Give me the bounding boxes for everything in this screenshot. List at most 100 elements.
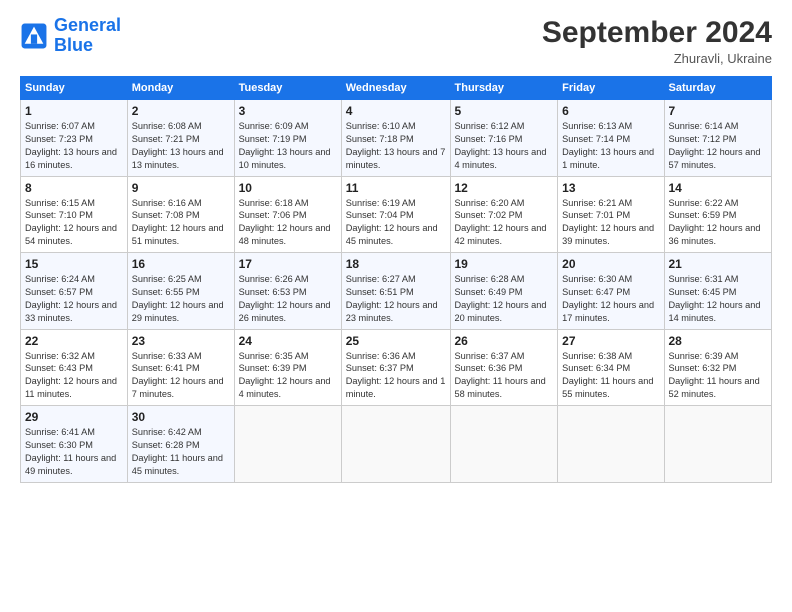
day-number: 12 bbox=[455, 181, 554, 195]
daylight-label: Daylight: 12 hours and 17 minutes. bbox=[562, 300, 654, 323]
logo-blue: Blue bbox=[54, 35, 93, 55]
day-number: 16 bbox=[132, 257, 230, 271]
calendar-cell: 20 Sunrise: 6:30 AM Sunset: 6:47 PM Dayl… bbox=[558, 253, 664, 330]
calendar-week-3: 15 Sunrise: 6:24 AM Sunset: 6:57 PM Dayl… bbox=[21, 253, 772, 330]
sunrise-label: Sunrise: 6:27 AM bbox=[346, 274, 416, 284]
day-info: Sunrise: 6:22 AM Sunset: 6:59 PM Dayligh… bbox=[669, 197, 768, 249]
sunrise-label: Sunrise: 6:39 AM bbox=[669, 351, 739, 361]
day-info: Sunrise: 6:21 AM Sunset: 7:01 PM Dayligh… bbox=[562, 197, 659, 249]
daylight-label: Daylight: 12 hours and 14 minutes. bbox=[669, 300, 761, 323]
sunset-label: Sunset: 6:34 PM bbox=[562, 363, 630, 373]
day-number: 18 bbox=[346, 257, 446, 271]
day-info: Sunrise: 6:15 AM Sunset: 7:10 PM Dayligh… bbox=[25, 197, 123, 249]
sunset-label: Sunset: 6:45 PM bbox=[669, 287, 737, 297]
calendar-week-5: 29 Sunrise: 6:41 AM Sunset: 6:30 PM Dayl… bbox=[21, 406, 772, 483]
day-number: 7 bbox=[669, 104, 768, 118]
sunrise-label: Sunrise: 6:31 AM bbox=[669, 274, 739, 284]
sunset-label: Sunset: 7:08 PM bbox=[132, 210, 200, 220]
day-info: Sunrise: 6:27 AM Sunset: 6:51 PM Dayligh… bbox=[346, 273, 446, 325]
sunrise-label: Sunrise: 6:09 AM bbox=[239, 121, 309, 131]
day-number: 15 bbox=[25, 257, 123, 271]
calendar-cell: 24 Sunrise: 6:35 AM Sunset: 6:39 PM Dayl… bbox=[234, 329, 341, 406]
sunrise-label: Sunrise: 6:08 AM bbox=[132, 121, 202, 131]
sunset-label: Sunset: 6:39 PM bbox=[239, 363, 307, 373]
daylight-label: Daylight: 12 hours and 39 minutes. bbox=[562, 223, 654, 246]
calendar-cell: 25 Sunrise: 6:36 AM Sunset: 6:37 PM Dayl… bbox=[341, 329, 450, 406]
calendar-cell bbox=[341, 406, 450, 483]
day-info: Sunrise: 6:14 AM Sunset: 7:12 PM Dayligh… bbox=[669, 120, 768, 172]
day-header-monday: Monday bbox=[127, 77, 234, 100]
calendar-cell bbox=[558, 406, 664, 483]
daylight-label: Daylight: 12 hours and 1 minute. bbox=[346, 376, 446, 399]
day-info: Sunrise: 6:37 AM Sunset: 6:36 PM Dayligh… bbox=[455, 350, 554, 402]
day-number: 17 bbox=[239, 257, 337, 271]
sunrise-label: Sunrise: 6:20 AM bbox=[455, 198, 525, 208]
calendar-body: 1 Sunrise: 6:07 AM Sunset: 7:23 PM Dayli… bbox=[21, 100, 772, 483]
daylight-label: Daylight: 12 hours and 51 minutes. bbox=[132, 223, 224, 246]
day-info: Sunrise: 6:31 AM Sunset: 6:45 PM Dayligh… bbox=[669, 273, 768, 325]
day-number: 11 bbox=[346, 181, 446, 195]
daylight-label: Daylight: 12 hours and 33 minutes. bbox=[25, 300, 117, 323]
sunset-label: Sunset: 6:51 PM bbox=[346, 287, 414, 297]
calendar-cell: 22 Sunrise: 6:32 AM Sunset: 6:43 PM Dayl… bbox=[21, 329, 128, 406]
day-info: Sunrise: 6:12 AM Sunset: 7:16 PM Dayligh… bbox=[455, 120, 554, 172]
daylight-label: Daylight: 13 hours and 7 minutes. bbox=[346, 147, 446, 170]
daylight-label: Daylight: 12 hours and 23 minutes. bbox=[346, 300, 438, 323]
calendar-cell: 9 Sunrise: 6:16 AM Sunset: 7:08 PM Dayli… bbox=[127, 176, 234, 253]
calendar-cell: 28 Sunrise: 6:39 AM Sunset: 6:32 PM Dayl… bbox=[664, 329, 772, 406]
day-info: Sunrise: 6:32 AM Sunset: 6:43 PM Dayligh… bbox=[25, 350, 123, 402]
sunrise-label: Sunrise: 6:30 AM bbox=[562, 274, 632, 284]
day-number: 8 bbox=[25, 181, 123, 195]
day-number: 28 bbox=[669, 334, 768, 348]
sunrise-label: Sunrise: 6:21 AM bbox=[562, 198, 632, 208]
logo-text: General Blue bbox=[54, 16, 121, 56]
sunrise-label: Sunrise: 6:19 AM bbox=[346, 198, 416, 208]
calendar-cell: 8 Sunrise: 6:15 AM Sunset: 7:10 PM Dayli… bbox=[21, 176, 128, 253]
daylight-label: Daylight: 12 hours and 57 minutes. bbox=[669, 147, 761, 170]
day-info: Sunrise: 6:26 AM Sunset: 6:53 PM Dayligh… bbox=[239, 273, 337, 325]
sunset-label: Sunset: 6:55 PM bbox=[132, 287, 200, 297]
sunset-label: Sunset: 6:47 PM bbox=[562, 287, 630, 297]
sunset-label: Sunset: 7:19 PM bbox=[239, 134, 307, 144]
sunset-label: Sunset: 6:59 PM bbox=[669, 210, 737, 220]
sunrise-label: Sunrise: 6:41 AM bbox=[25, 427, 95, 437]
daylight-label: Daylight: 12 hours and 7 minutes. bbox=[132, 376, 224, 399]
day-number: 20 bbox=[562, 257, 659, 271]
sunset-label: Sunset: 6:28 PM bbox=[132, 440, 200, 450]
title-block: September 2024 Zhuravli, Ukraine bbox=[542, 16, 772, 66]
sunset-label: Sunset: 7:18 PM bbox=[346, 134, 414, 144]
sunset-label: Sunset: 6:43 PM bbox=[25, 363, 93, 373]
day-number: 14 bbox=[669, 181, 768, 195]
day-info: Sunrise: 6:35 AM Sunset: 6:39 PM Dayligh… bbox=[239, 350, 337, 402]
day-number: 10 bbox=[239, 181, 337, 195]
day-number: 22 bbox=[25, 334, 123, 348]
day-info: Sunrise: 6:42 AM Sunset: 6:28 PM Dayligh… bbox=[132, 426, 230, 478]
day-info: Sunrise: 6:10 AM Sunset: 7:18 PM Dayligh… bbox=[346, 120, 446, 172]
day-number: 24 bbox=[239, 334, 337, 348]
sunset-label: Sunset: 6:49 PM bbox=[455, 287, 523, 297]
day-number: 4 bbox=[346, 104, 446, 118]
calendar-cell: 18 Sunrise: 6:27 AM Sunset: 6:51 PM Dayl… bbox=[341, 253, 450, 330]
calendar-cell: 2 Sunrise: 6:08 AM Sunset: 7:21 PM Dayli… bbox=[127, 100, 234, 177]
daylight-label: Daylight: 12 hours and 29 minutes. bbox=[132, 300, 224, 323]
sunset-label: Sunset: 7:10 PM bbox=[25, 210, 93, 220]
sunrise-label: Sunrise: 6:38 AM bbox=[562, 351, 632, 361]
daylight-label: Daylight: 12 hours and 4 minutes. bbox=[239, 376, 331, 399]
sunrise-label: Sunrise: 6:12 AM bbox=[455, 121, 525, 131]
daylight-label: Daylight: 13 hours and 13 minutes. bbox=[132, 147, 224, 170]
calendar-cell: 14 Sunrise: 6:22 AM Sunset: 6:59 PM Dayl… bbox=[664, 176, 772, 253]
sunrise-label: Sunrise: 6:15 AM bbox=[25, 198, 95, 208]
sunrise-label: Sunrise: 6:25 AM bbox=[132, 274, 202, 284]
day-number: 27 bbox=[562, 334, 659, 348]
sunset-label: Sunset: 6:30 PM bbox=[25, 440, 93, 450]
day-number: 26 bbox=[455, 334, 554, 348]
calendar-cell: 4 Sunrise: 6:10 AM Sunset: 7:18 PM Dayli… bbox=[341, 100, 450, 177]
day-number: 9 bbox=[132, 181, 230, 195]
sunrise-label: Sunrise: 6:28 AM bbox=[455, 274, 525, 284]
calendar-cell: 6 Sunrise: 6:13 AM Sunset: 7:14 PM Dayli… bbox=[558, 100, 664, 177]
sunset-label: Sunset: 7:01 PM bbox=[562, 210, 630, 220]
day-info: Sunrise: 6:39 AM Sunset: 6:32 PM Dayligh… bbox=[669, 350, 768, 402]
header: General Blue September 2024 Zhuravli, Uk… bbox=[20, 16, 772, 66]
sunrise-label: Sunrise: 6:24 AM bbox=[25, 274, 95, 284]
day-number: 1 bbox=[25, 104, 123, 118]
